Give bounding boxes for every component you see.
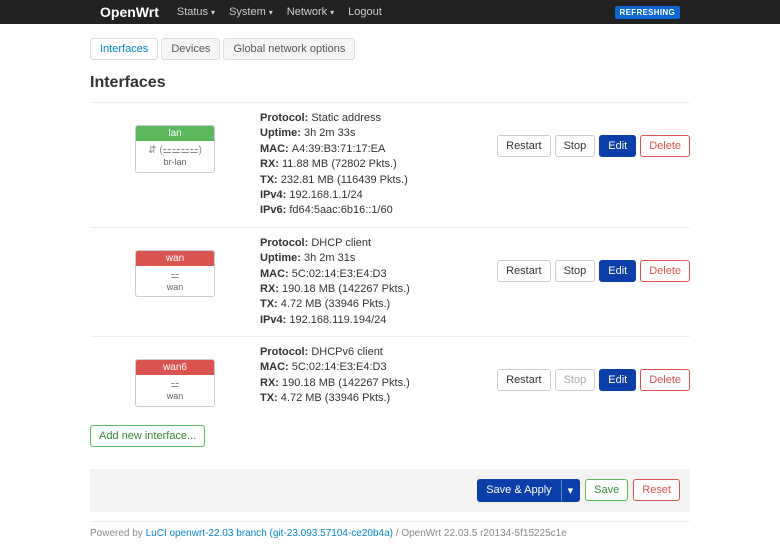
caret-down-icon: ▾ bbox=[330, 8, 334, 17]
info-key: Uptime: bbox=[260, 252, 304, 264]
info-key: IPv4: bbox=[260, 314, 289, 326]
tabs: Interfaces Devices Global network option… bbox=[90, 38, 690, 60]
restart-button[interactable]: Restart bbox=[497, 135, 550, 157]
interface-badge[interactable]: wan6 ⚍wan bbox=[135, 359, 215, 407]
info-key: MAC: bbox=[260, 268, 292, 280]
device-name: br-lan bbox=[138, 157, 212, 169]
interface-name: lan bbox=[136, 126, 214, 141]
caret-down-icon: ▾ bbox=[211, 8, 215, 17]
info-key: Protocol: bbox=[260, 237, 311, 249]
stop-button[interactable]: Stop bbox=[555, 260, 596, 282]
info-key: TX: bbox=[260, 298, 281, 310]
delete-button[interactable]: Delete bbox=[640, 135, 690, 157]
interface-info: Protocol: Static address Uptime: 3h 2m 33… bbox=[260, 111, 510, 219]
info-value: 4.72 MB (33946 Pkts.) bbox=[281, 392, 390, 404]
save-apply-dropdown[interactable]: ▾ bbox=[561, 479, 581, 502]
edit-button[interactable]: Edit bbox=[599, 260, 636, 282]
caret-down-icon: ▾ bbox=[269, 8, 273, 17]
tab-global-options[interactable]: Global network options bbox=[223, 38, 355, 60]
info-value: 3h 2m 31s bbox=[304, 252, 355, 264]
nav-network[interactable]: Network▾ bbox=[287, 6, 334, 18]
info-key: MAC: bbox=[260, 143, 292, 155]
device-icon: ⚍ bbox=[138, 378, 212, 391]
interface-badge[interactable]: wan⚍wan bbox=[135, 250, 215, 298]
nav-system[interactable]: System▾ bbox=[229, 6, 273, 18]
info-key: Uptime: bbox=[260, 127, 304, 139]
add-interface-button[interactable]: Add new interface... bbox=[90, 425, 205, 447]
info-key: IPv6: bbox=[260, 204, 289, 216]
nav-status[interactable]: Status▾ bbox=[177, 6, 215, 18]
delete-button[interactable]: Delete bbox=[640, 260, 690, 282]
info-value: DHCP client bbox=[311, 237, 371, 249]
interface-row: wan⚍wanProtocol: DHCP clientUptime: 3h 2… bbox=[90, 227, 690, 336]
device-name: wan bbox=[138, 391, 212, 403]
info-value: 11.88 MB (72802 Pkts.) bbox=[282, 158, 397, 170]
info-value: DHCPv6 client bbox=[311, 346, 383, 358]
top-navbar: OpenWrt Status▾ System▾ Network▾ Logout … bbox=[0, 0, 780, 24]
edit-button[interactable]: Edit bbox=[599, 369, 636, 391]
stop-button[interactable]: Stop bbox=[555, 135, 596, 157]
edit-button[interactable]: Edit bbox=[599, 135, 636, 157]
info-value: fd64:5aac:6b16::1/60 bbox=[289, 204, 392, 216]
tab-devices[interactable]: Devices bbox=[161, 38, 220, 60]
interface-info: Protocol: DHCP client Uptime: 3h 2m 31s MA… bbox=[260, 236, 510, 328]
apply-bar: Save & Apply ▾ Save Reset bbox=[90, 469, 690, 512]
info-value: A4:39:B3:71:17:EA bbox=[292, 143, 386, 155]
device-name: wan bbox=[138, 282, 212, 294]
delete-button[interactable]: Delete bbox=[640, 369, 690, 391]
interface-name: wan bbox=[136, 251, 214, 266]
save-apply-button[interactable]: Save & Apply bbox=[477, 479, 560, 502]
info-key: RX: bbox=[260, 158, 282, 170]
info-key: RX: bbox=[260, 283, 282, 295]
info-value: 190.18 MB (142267 Pkts.) bbox=[282, 283, 410, 295]
interface-info: Protocol: DHCPv6 client MAC: 5C:02:14:E3:… bbox=[260, 345, 510, 407]
info-value: 192.168.1.1/24 bbox=[289, 189, 362, 201]
info-key: Protocol: bbox=[260, 112, 311, 124]
info-key: Protocol: bbox=[260, 346, 311, 358]
footer-link[interactable]: LuCI openwrt-22.03 branch (git-23.093.57… bbox=[146, 528, 393, 539]
info-value: 3h 2m 33s bbox=[304, 127, 355, 139]
info-value: 192.168.119.194/24 bbox=[289, 314, 386, 326]
restart-button[interactable]: Restart bbox=[497, 369, 550, 391]
info-value: 190.18 MB (142267 Pkts.) bbox=[282, 377, 410, 389]
device-icon: ⇵ (⚍⚍⚍⚍) bbox=[138, 144, 212, 157]
nav-logout[interactable]: Logout bbox=[348, 6, 382, 18]
refreshing-badge[interactable]: REFRESHING bbox=[615, 6, 680, 19]
interface-name: wan6 bbox=[136, 360, 214, 375]
stop-button: Stop bbox=[555, 369, 596, 391]
info-key: RX: bbox=[260, 377, 282, 389]
brand[interactable]: OpenWrt bbox=[100, 4, 159, 20]
page-title: Interfaces bbox=[90, 74, 690, 92]
info-value: 232.81 MB (116439 Pkts.) bbox=[281, 174, 408, 186]
info-value: 4.72 MB (33946 Pkts.) bbox=[281, 298, 390, 310]
reset-button[interactable]: Reset bbox=[633, 479, 680, 501]
restart-button[interactable]: Restart bbox=[497, 260, 550, 282]
info-key: TX: bbox=[260, 174, 281, 186]
save-button[interactable]: Save bbox=[585, 479, 628, 501]
info-value: 5C:02:14:E3:E4:D3 bbox=[292, 361, 387, 373]
device-icon: ⚍ bbox=[138, 269, 212, 282]
interface-row: lan ⇵ (⚍⚍⚍⚍)br-lan Protocol: Static addres… bbox=[90, 102, 690, 227]
footer-text: Powered by LuCI openwrt-22.03 branch (gi… bbox=[90, 521, 690, 547]
interface-row: wan6 ⚍wan Protocol: DHCPv6 client MAC: 5C:0… bbox=[90, 336, 690, 415]
info-key: TX: bbox=[260, 392, 281, 404]
interface-badge[interactable]: lan ⇵ (⚍⚍⚍⚍)br-lan bbox=[135, 125, 215, 173]
info-value: 5C:02:14:E3:E4:D3 bbox=[292, 268, 387, 280]
info-value: Static address bbox=[311, 112, 381, 124]
info-key: IPv4: bbox=[260, 189, 289, 201]
tab-interfaces[interactable]: Interfaces bbox=[90, 38, 158, 60]
info-key: MAC: bbox=[260, 361, 292, 373]
